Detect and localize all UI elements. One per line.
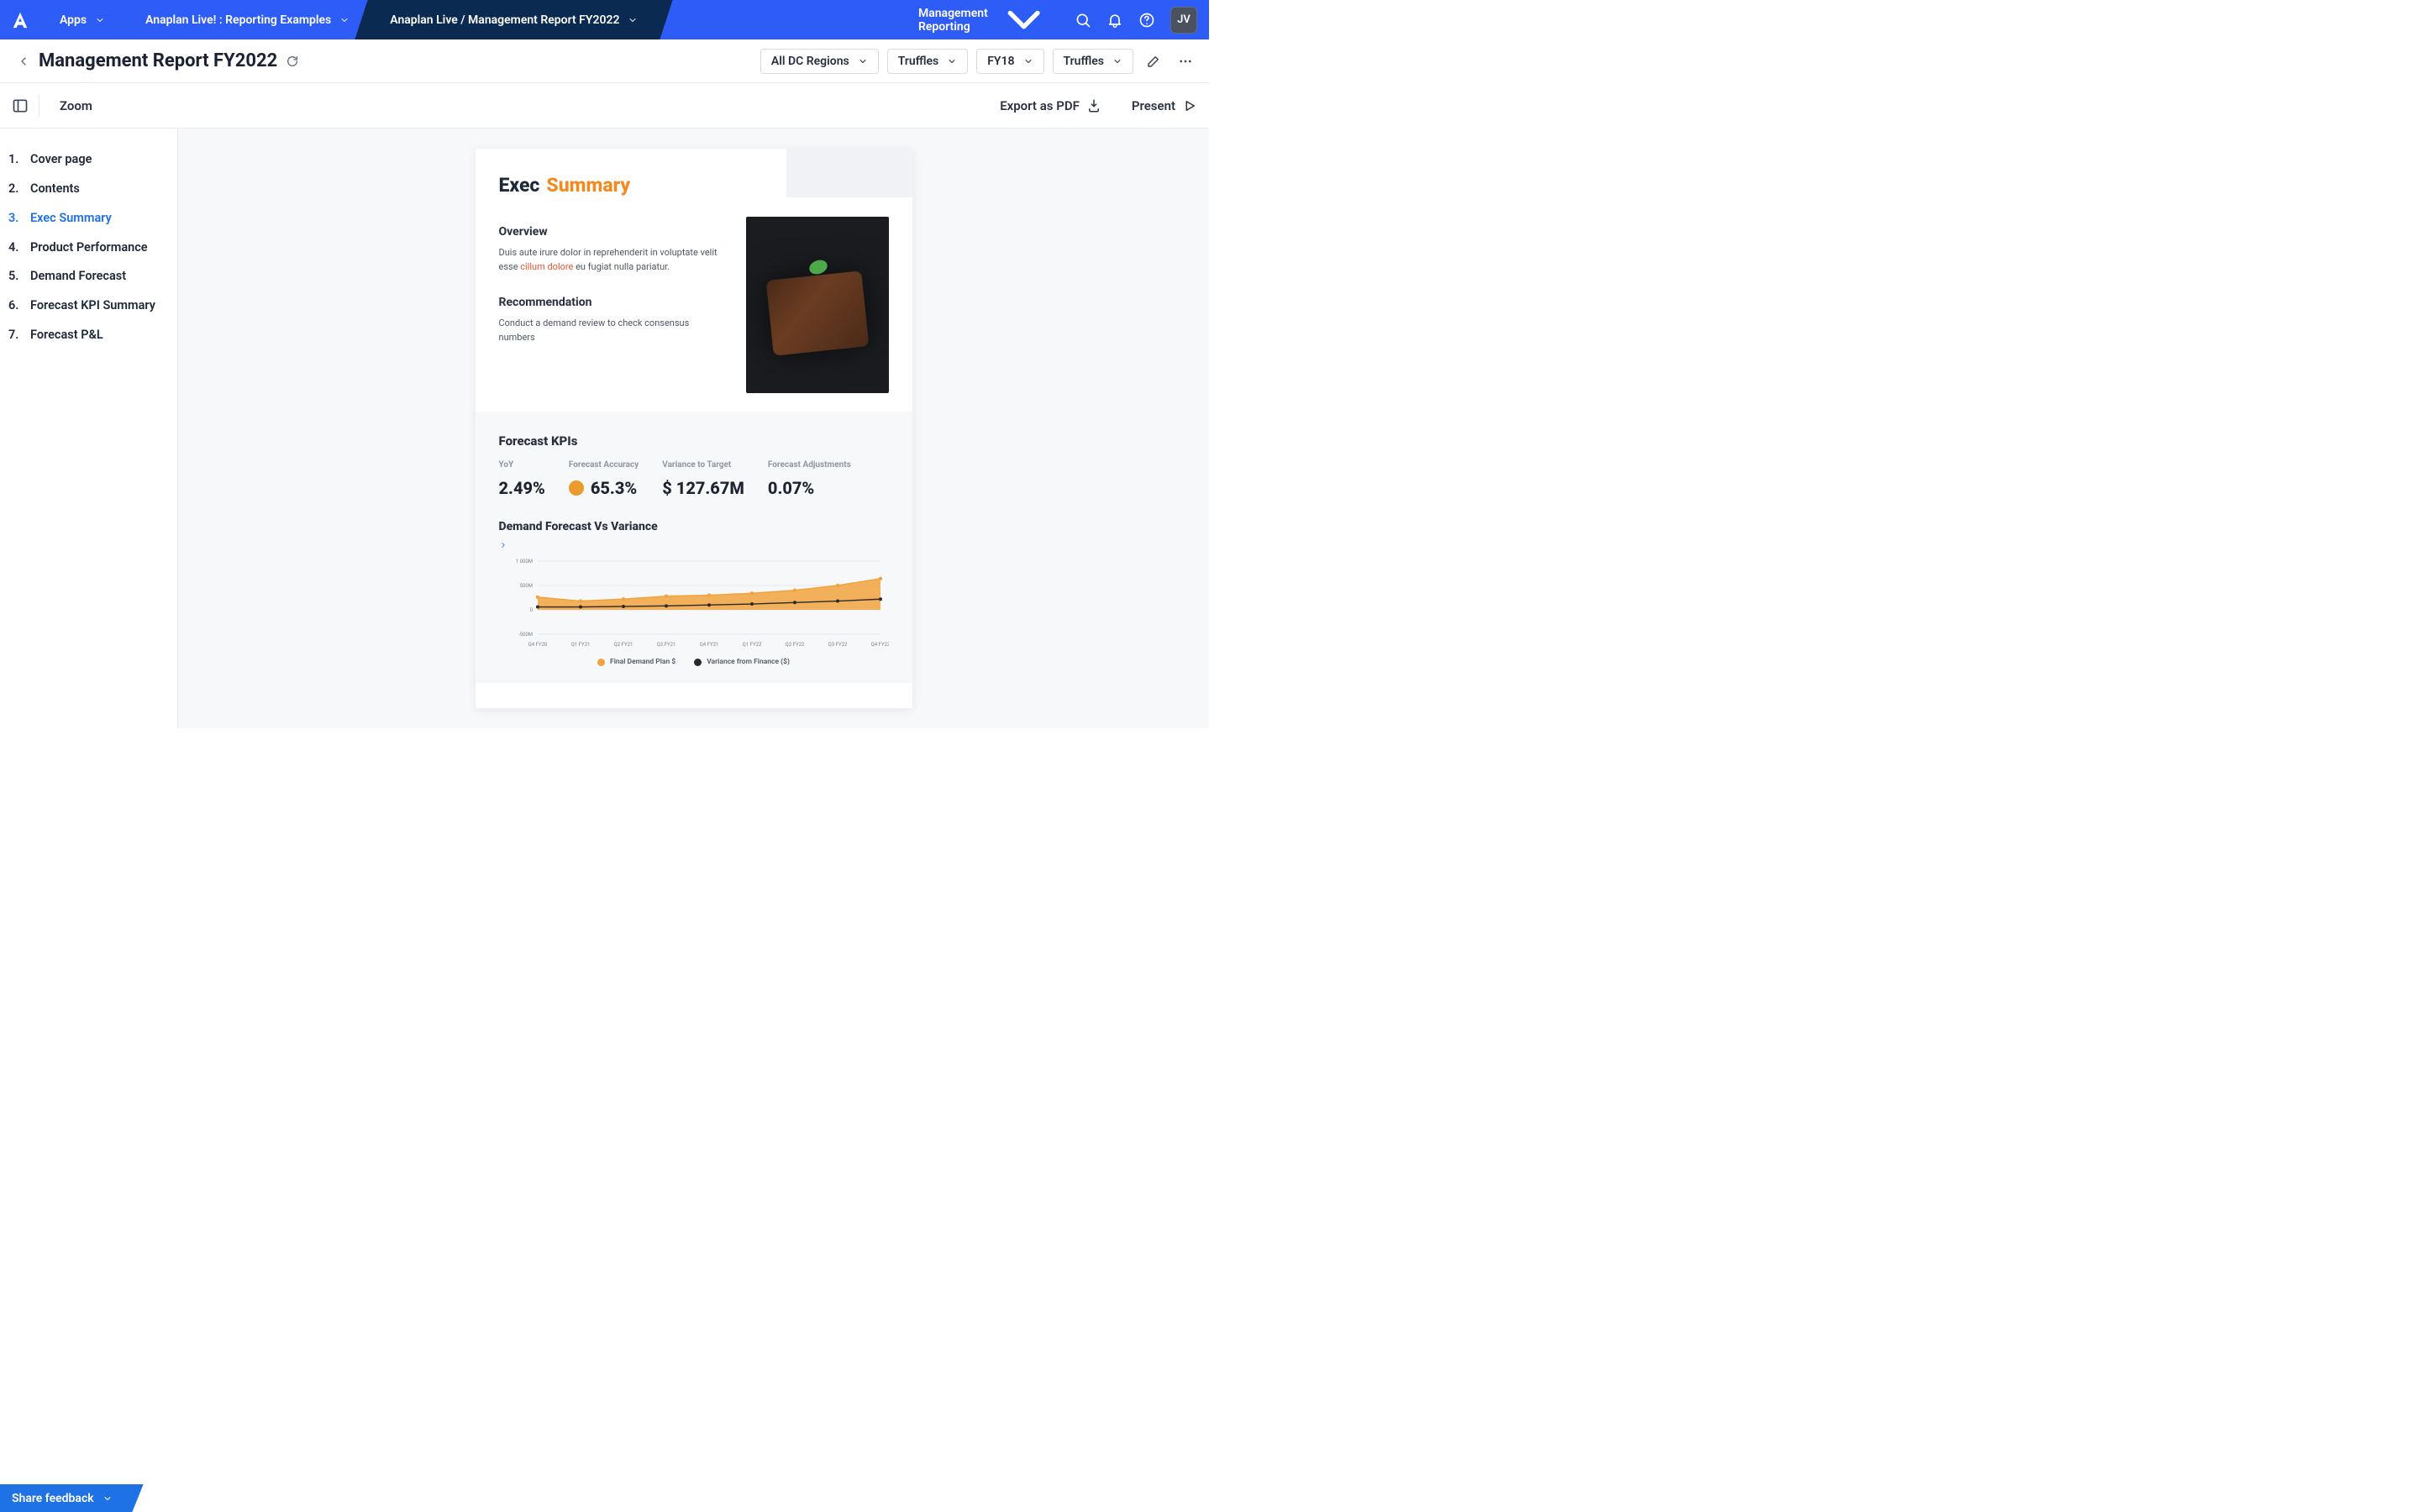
demand-forecast-chart: -500M 0 500M 1 000M Q4 FY20 Q1 FY21 Q2 FY21 Q3 … — [499, 556, 889, 653]
present-button[interactable]: Present — [1132, 98, 1197, 113]
report-page: Exec Summary Overview Duis aute irure do… — [476, 149, 912, 708]
refresh-icon[interactable] — [286, 55, 299, 68]
kpi-section-title: Forecast KPIs — [499, 433, 889, 449]
overview-text: Duis aute irure dolor in reprehenderit i… — [499, 245, 728, 274]
filter-product-2[interactable]: Truffles — [1053, 49, 1133, 74]
nav-dropdown[interactable]: Management Reporting — [918, 0, 1059, 47]
svg-text:Q4 FY21: Q4 FY21 — [699, 642, 718, 648]
toc-item[interactable]: 3.Exec Summary — [8, 204, 169, 234]
model-label: Anaplan Live / Management Report FY2022 — [390, 13, 619, 27]
report-canvas[interactable]: Exec Summary Overview Duis aute irure do… — [178, 129, 1209, 728]
svg-text:Q2 FY21: Q2 FY21 — [613, 642, 633, 648]
kpi-card: Forecast Accuracy65.3% — [569, 460, 639, 498]
anaplan-logo-icon — [11, 11, 29, 29]
kpi-row: YoY2.49% Forecast Accuracy65.3% Variance t… — [499, 460, 889, 498]
toc-item[interactable]: 2.Contents — [8, 175, 169, 204]
recommendation-text: Conduct a demand review to check consens… — [499, 316, 728, 344]
chart-title: Demand Forecast Vs Variance — [499, 520, 889, 533]
toc-item[interactable]: 4.Product Performance — [8, 234, 169, 263]
kpi-card: YoY2.49% — [499, 460, 545, 498]
workspace-breadcrumb[interactable]: Anaplan Live! : Reporting Examples — [125, 0, 370, 39]
overview-heading: Overview — [499, 225, 728, 239]
chevron-down-icon — [858, 56, 868, 66]
search-icon[interactable] — [1075, 12, 1091, 29]
toc-item[interactable]: 5.Demand Forecast — [8, 262, 169, 291]
svg-text:Q4 FY22: Q4 FY22 — [870, 642, 888, 648]
svg-text:Q3 FY22: Q3 FY22 — [828, 642, 847, 648]
toc-sidebar: 1.Cover page2.Contents3.Exec Summary4.Pr… — [0, 129, 178, 728]
chevron-down-icon — [947, 56, 957, 66]
more-horizontal-icon — [1178, 54, 1193, 69]
chevron-down-icon — [996, 0, 1051, 47]
toc-item[interactable]: 1.Cover page — [8, 145, 169, 175]
bell-icon[interactable] — [1106, 12, 1123, 29]
svg-text:1 000M: 1 000M — [515, 559, 532, 564]
svg-text:Q1 FY21: Q1 FY21 — [570, 642, 590, 648]
page-filters: All DC Regions Truffles FY18 Truffles — [760, 49, 1197, 74]
chevron-down-icon — [1112, 56, 1122, 66]
svg-text:0: 0 — [529, 607, 533, 613]
chevron-down-icon — [1023, 56, 1033, 66]
filter-product-1[interactable]: Truffles — [887, 49, 968, 74]
toc-item[interactable]: 6.Forecast KPI Summary — [8, 291, 169, 321]
pencil-icon — [1146, 54, 1161, 69]
recommendation-heading: Recommendation — [499, 296, 728, 309]
app-logo[interactable] — [0, 11, 39, 29]
page-title: Management Report FY2022 — [39, 50, 299, 71]
back-button[interactable] — [12, 50, 35, 73]
chevron-left-icon — [17, 55, 30, 68]
filter-region[interactable]: All DC Regions — [760, 49, 879, 74]
chart-legend: Final Demand Plan $ Variance from Financ… — [499, 658, 889, 666]
svg-text:Q4 FY20: Q4 FY20 — [528, 642, 547, 648]
svg-text:Q3 FY21: Q3 FY21 — [656, 642, 675, 648]
kpi-card: Variance to Target$ 127.67M — [662, 460, 744, 498]
panel-toggle-icon[interactable] — [12, 97, 29, 114]
kpi-card: Forecast Adjustments0.07% — [768, 460, 851, 498]
svg-text:-500M: -500M — [518, 632, 532, 638]
svg-text:500M: 500M — [519, 583, 532, 589]
chevron-down-icon — [95, 15, 105, 25]
chart-expand-icon[interactable] — [499, 541, 507, 549]
svg-text:Q1 FY22: Q1 FY22 — [742, 642, 761, 648]
nav-dropdown-label: Management Reporting — [918, 7, 988, 34]
filter-period[interactable]: FY18 — [976, 49, 1043, 74]
apps-label: Apps — [60, 13, 87, 27]
export-pdf-button[interactable]: Export as PDF — [1000, 98, 1101, 113]
workspace-label: Anaplan Live! : Reporting Examples — [145, 13, 331, 27]
more-button[interactable] — [1174, 50, 1197, 73]
toc-item[interactable]: 7.Forecast P&L — [8, 321, 169, 350]
user-avatar[interactable]: JV — [1170, 7, 1197, 34]
hero-image — [746, 217, 889, 393]
chevron-down-icon — [103, 1494, 113, 1504]
help-icon[interactable] — [1138, 12, 1155, 29]
chevron-down-icon — [339, 15, 350, 25]
topbar: Apps Anaplan Live! : Reporting Examples … — [0, 0, 1209, 39]
svg-text:Q2 FY22: Q2 FY22 — [785, 642, 804, 648]
model-breadcrumb[interactable]: Anaplan Live / Management Report FY2022 — [370, 0, 658, 39]
chevron-down-icon — [628, 15, 638, 25]
zoom-menu[interactable]: Zoom — [60, 98, 92, 113]
play-icon — [1182, 98, 1197, 113]
edit-button[interactable] — [1142, 50, 1165, 73]
toolbar: Zoom Export as PDF Present — [0, 83, 1209, 129]
export-icon — [1086, 98, 1101, 113]
share-feedback-button[interactable]: Share feedback — [0, 1484, 126, 1512]
avatar-initials: JV — [1177, 13, 1191, 26]
decorative-stripe — [786, 149, 912, 197]
